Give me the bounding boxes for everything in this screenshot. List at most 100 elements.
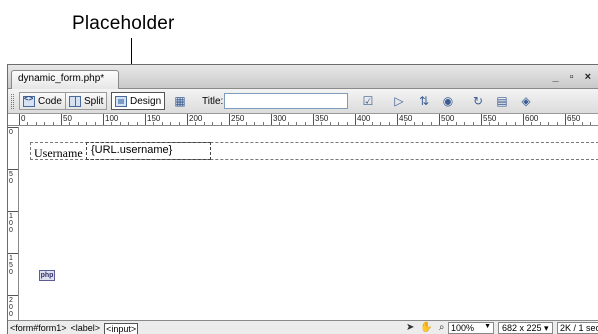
ruler-minor-tick: [422, 122, 424, 125]
select-tool-icon[interactable]: ➤: [406, 322, 414, 333]
ruler-v-tick: [8, 253, 18, 254]
ruler-minor-tick: [548, 122, 550, 125]
ruler-minor-tick: [363, 122, 365, 125]
file-size-info: 2K / 1 sec: [557, 322, 598, 334]
visual-aids-icon[interactable]: ◈: [518, 93, 534, 109]
chevron-down-icon: ▼: [484, 323, 491, 330]
ruler-minor-tick: [153, 122, 155, 125]
ruler-minor-tick: [489, 122, 491, 125]
ruler-minor-tick: [27, 122, 29, 125]
ruler-minor-tick: [94, 122, 96, 125]
ruler-minor-tick: [388, 122, 390, 125]
design-view-button[interactable]: Design: [111, 92, 166, 110]
callout-label: Placeholder: [72, 13, 175, 34]
debug-icon[interactable]: ◉: [440, 93, 456, 109]
ruler-minor-tick: [514, 122, 516, 125]
ruler-minor-tick: [254, 122, 256, 125]
zoom-tool-icon[interactable]: ⌕: [439, 322, 445, 333]
refresh-icon[interactable]: ↻: [470, 93, 486, 109]
document-window: dynamic_form.php* _ ▫ × Code Split Desig…: [7, 64, 598, 334]
ruler-minor-tick: [329, 122, 331, 125]
ruler-v-label: 50: [9, 171, 13, 185]
design-view-icon: [115, 95, 127, 107]
ruler-minor-tick: [262, 122, 264, 125]
ruler-minor-tick: [590, 122, 592, 125]
ruler-minor-tick: [497, 122, 499, 125]
ruler-minor-tick: [380, 122, 382, 125]
ruler-v-tick: [8, 127, 18, 128]
ruler-minor-tick: [413, 122, 415, 125]
live-view-icon[interactable]: ▦: [172, 93, 188, 109]
ruler-minor-tick: [581, 122, 583, 125]
document-toolbar: Code Split Design ▦ Title: ☑ ▷ ⇅ ◉ ↻ ▤ ◈: [8, 89, 598, 114]
ruler-minor-tick: [119, 122, 121, 125]
tag-input[interactable]: <input>: [104, 323, 139, 334]
ruler-v-tick: [8, 169, 18, 170]
tag-label[interactable]: <label>: [71, 323, 101, 334]
ruler-minor-tick: [203, 122, 205, 125]
ruler-minor-tick: [321, 122, 323, 125]
ruler-minor-tick: [77, 122, 79, 125]
ruler-minor-tick: [245, 122, 247, 125]
ruler-minor-tick: [430, 122, 432, 125]
ruler-minor-tick: [539, 122, 541, 125]
split-view-label: Split: [84, 95, 104, 107]
ruler-minor-tick: [212, 122, 214, 125]
document-titlebar: dynamic_form.php* _ ▫ ×: [8, 65, 598, 89]
ruler-minor-tick: [44, 122, 46, 125]
toolbar-grip[interactable]: [11, 94, 14, 109]
ruler-minor-tick: [296, 122, 298, 125]
title-label: Title:: [202, 96, 224, 107]
ruler-minor-tick: [220, 122, 222, 125]
ruler-v-tick: [8, 295, 18, 296]
horizontal-ruler: 0 50 100 150 200 250 300 350 400 450 500 550 600 650: [8, 114, 598, 126]
username-label: Username: [34, 146, 83, 160]
zoom-select[interactable]: 100% ▼: [448, 322, 494, 334]
status-tools: ➤ ✋ ⌕: [406, 322, 444, 333]
status-bar: <form#form1> <label> <input> ➤ ✋ ⌕ 100% …: [8, 320, 598, 334]
ruler-minor-tick: [287, 122, 289, 125]
php-code-icon[interactable]: php: [39, 270, 55, 281]
code-view-icon: [23, 94, 35, 107]
ruler-minor-tick: [506, 122, 508, 125]
window-size-select[interactable]: 682 x 225 ▾: [498, 322, 553, 334]
ruler-minor-tick: [455, 122, 457, 125]
ruler-minor-tick: [52, 122, 54, 125]
preview-icon[interactable]: ▷: [391, 93, 407, 109]
code-view-button[interactable]: Code: [19, 92, 66, 110]
ruler-minor-tick: [86, 122, 88, 125]
document-tab[interactable]: dynamic_form.php*: [11, 70, 120, 89]
ruler-minor-tick: [128, 122, 130, 125]
ruler-minor-tick: [346, 122, 348, 125]
vertical-ruler: 0 50 100 150 200: [8, 127, 19, 320]
ruler-minor-tick: [573, 122, 575, 125]
ruler-minor-tick: [279, 122, 281, 125]
file-management-icon[interactable]: ⇅: [416, 93, 432, 109]
ruler-minor-tick: [338, 122, 340, 125]
ruler-minor-tick: [472, 122, 474, 125]
title-input[interactable]: [224, 93, 348, 109]
ruler-minor-tick: [195, 122, 197, 125]
ruler-v-label: 150: [9, 255, 13, 276]
ruler-minor-tick: [371, 122, 373, 125]
ruler-minor-tick: [447, 122, 449, 125]
window-controls[interactable]: _ ▫ ×: [552, 71, 595, 83]
ruler-v-tick: [8, 211, 18, 212]
username-placeholder-field[interactable]: {URL.username}: [86, 142, 211, 160]
ruler-minor-tick: [35, 122, 37, 125]
ruler-minor-tick: [464, 122, 466, 125]
hand-tool-icon[interactable]: ✋: [420, 322, 432, 333]
ruler-v-label: 200: [9, 297, 13, 318]
ruler-minor-tick: [111, 122, 113, 125]
ruler-minor-tick: [170, 122, 172, 125]
ruler-v-label: 0: [9, 129, 13, 136]
ruler-tick-label: 0: [19, 114, 26, 125]
design-canvas[interactable]: Username {URL.username} php: [20, 127, 598, 320]
tag-form[interactable]: <form#form1>: [10, 323, 67, 334]
zoom-value: 100%: [451, 323, 475, 333]
view-options-icon[interactable]: ▤: [494, 93, 510, 109]
ruler-minor-tick: [405, 122, 407, 125]
browser-check-icon[interactable]: ☑: [360, 93, 376, 109]
ruler-minor-tick: [531, 122, 533, 125]
split-view-button[interactable]: Split: [65, 92, 108, 110]
